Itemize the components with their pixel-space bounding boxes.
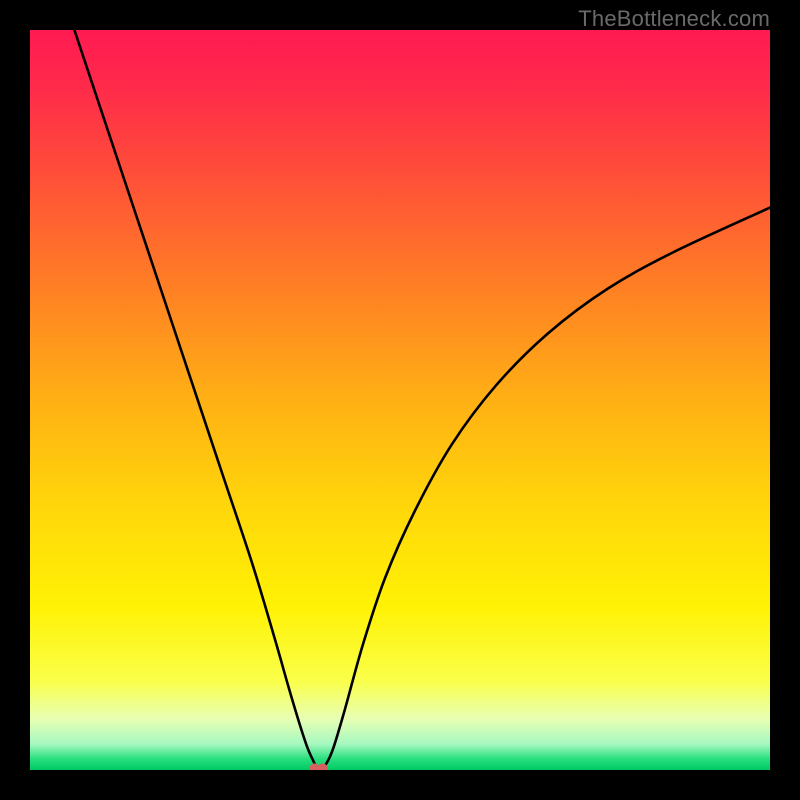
- attribution-text: TheBottleneck.com: [578, 6, 770, 32]
- chart-frame: [30, 30, 770, 770]
- bottleneck-chart: [30, 30, 770, 770]
- gradient-background: [30, 30, 770, 770]
